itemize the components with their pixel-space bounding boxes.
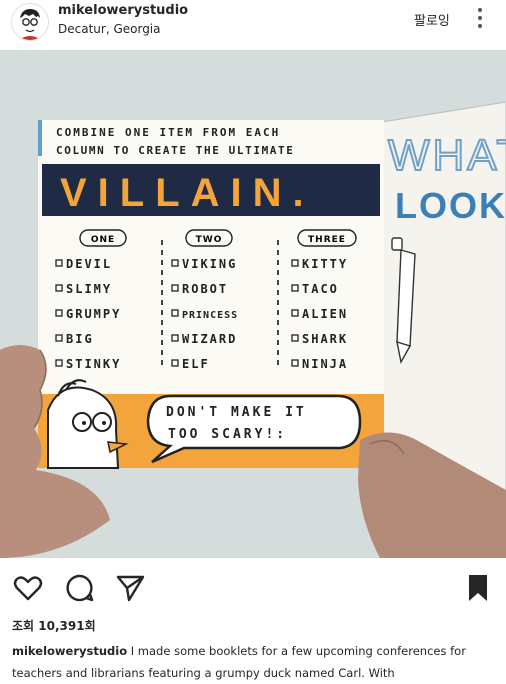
item-devil: DEVIL — [66, 257, 112, 271]
villain-title: VILLAIN. — [60, 171, 315, 215]
speech-line-1: DON'T MAKE IT — [166, 405, 307, 420]
column-header-one: ONE — [91, 235, 115, 245]
share-icon[interactable] — [114, 572, 146, 604]
more-options-icon[interactable] — [472, 6, 488, 32]
item-wizard: WIZARD — [182, 332, 237, 346]
item-princess: PRINCESS — [182, 310, 238, 321]
post-location[interactable]: Decatur, Georgia — [58, 22, 161, 36]
column-header-three: THREE — [308, 235, 346, 245]
item-big: BIG — [66, 332, 94, 346]
intro-line-1: COMBINE ONE ITEM FROM EACH — [56, 126, 280, 139]
next-page-subheading: LOOK — [395, 185, 506, 226]
item-grumpy: GRUMPY — [66, 307, 121, 321]
item-taco: TACO — [302, 282, 339, 296]
item-alien: ALIEN — [302, 307, 348, 321]
speech-line-2: TOO SCARY!: — [168, 427, 287, 442]
view-count[interactable]: 조회 10,391회 — [12, 617, 96, 634]
post-image[interactable]: WHAT LOOK COMBINE ONE ITEM FROM EACH COL… — [0, 50, 506, 558]
column-header-two: TWO — [196, 235, 223, 245]
caption-username[interactable]: mikelowerystudio — [12, 644, 127, 658]
item-slimy: SLIMY — [66, 282, 112, 296]
intro-line-2: COLUMN TO CREATE THE ULTIMATE — [56, 144, 294, 157]
item-shark: SHARK — [302, 332, 348, 346]
next-page-heading: WHAT — [388, 131, 506, 180]
heart-icon[interactable] — [12, 572, 44, 604]
item-ninja: NINJA — [302, 357, 348, 371]
item-kitty: KITTY — [302, 257, 348, 271]
bookmark-icon[interactable] — [462, 572, 494, 604]
item-robot: ROBOT — [182, 282, 228, 296]
post-action-bar — [0, 568, 506, 608]
post-caption: mikelowerystudio I made some booklets fo… — [12, 640, 496, 684]
item-elf: ELF — [182, 357, 210, 371]
post-header: mikelowerystudio Decatur, Georgia 팔로잉 — [0, 0, 506, 48]
item-viking: VIKING — [182, 257, 237, 271]
following-button[interactable]: 팔로잉 — [414, 10, 450, 29]
item-stinky: STINKY — [66, 357, 121, 371]
comment-icon[interactable] — [64, 572, 96, 604]
post-username[interactable]: mikelowerystudio — [58, 3, 188, 18]
profile-avatar-icon[interactable] — [11, 3, 49, 41]
